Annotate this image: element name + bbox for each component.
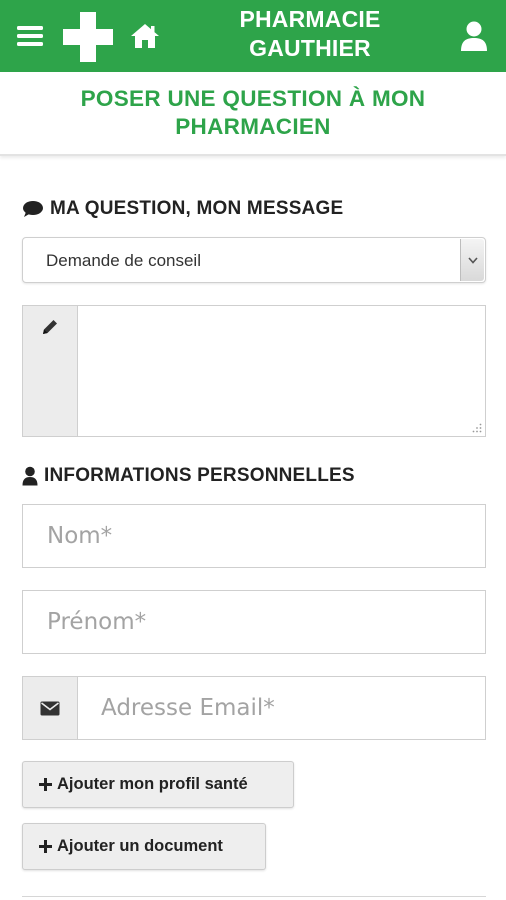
home-icon — [131, 24, 159, 48]
message-textarea[interactable] — [79, 306, 485, 436]
account-button[interactable] — [452, 14, 496, 58]
message-section-label: MA QUESTION, MON MESSAGE — [50, 198, 344, 219]
message-section-title: MA QUESTION, MON MESSAGE — [22, 198, 343, 220]
add-health-profile-label: Ajouter mon profil santé — [57, 775, 248, 793]
pencil-icon — [43, 320, 57, 334]
pharmacy-name: PHARMACIE GAUTHIER — [200, 5, 420, 63]
menu-icon — [17, 26, 43, 46]
brand-line-2: GAUTHIER — [249, 35, 371, 61]
personal-section-label: INFORMATIONS PERSONNELLES — [44, 465, 355, 486]
pharmacy-logo-button[interactable] — [60, 10, 116, 64]
select-arrow — [460, 239, 484, 281]
user-icon — [22, 466, 38, 486]
last-name-input[interactable]: Nom* — [22, 504, 486, 568]
plus-icon — [39, 840, 52, 853]
divider — [22, 896, 486, 897]
resize-handle-icon[interactable] — [472, 423, 482, 433]
add-health-profile-button[interactable]: Ajouter mon profil santé — [22, 761, 294, 808]
first-name-input[interactable]: Prénom* — [22, 590, 486, 654]
message-addon — [23, 306, 78, 436]
add-document-button[interactable]: Ajouter un document — [22, 823, 266, 870]
personal-section-title: INFORMATIONS PERSONNELLES — [22, 465, 355, 487]
request-type-select[interactable]: Demande de conseil — [22, 237, 486, 283]
page-title: POSER UNE QUESTION À MON PHARMACIEN — [0, 72, 506, 156]
pharmacy-cross-icon — [63, 12, 113, 62]
user-icon — [461, 21, 487, 51]
envelope-icon — [40, 701, 60, 715]
chevron-down-icon — [467, 256, 478, 264]
plus-icon — [39, 778, 52, 791]
speech-bubble-icon — [23, 201, 43, 217]
home-button[interactable] — [124, 16, 166, 56]
message-field-group — [22, 305, 486, 437]
menu-button[interactable] — [12, 18, 48, 54]
brand-line-1: PHARMACIE — [239, 6, 381, 32]
email-input[interactable]: Adresse Email* — [22, 676, 486, 740]
add-document-label: Ajouter un document — [57, 837, 223, 855]
first-name-placeholder: Prénom* — [47, 609, 147, 635]
request-type-value: Demande de conseil — [46, 251, 201, 270]
last-name-placeholder: Nom* — [47, 523, 113, 549]
email-addon — [23, 677, 78, 739]
email-placeholder: Adresse Email* — [101, 695, 275, 721]
top-app-bar: PHARMACIE GAUTHIER — [0, 0, 506, 72]
